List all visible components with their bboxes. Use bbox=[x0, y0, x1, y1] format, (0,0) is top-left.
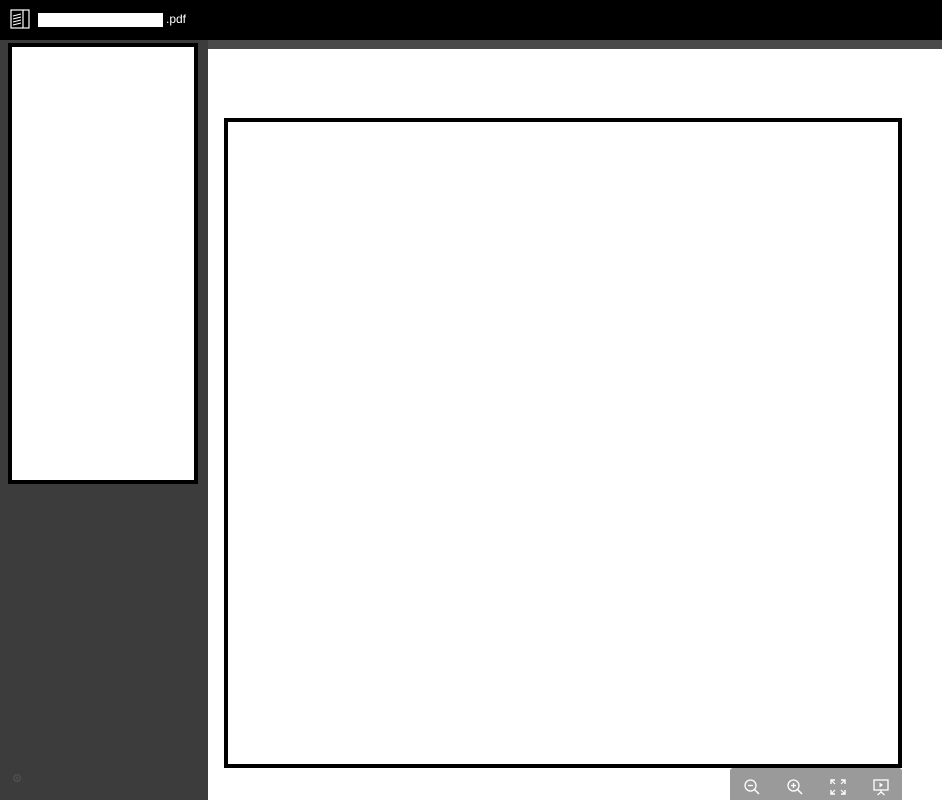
zoom-in-icon bbox=[787, 779, 803, 795]
filename-extension: .pdf bbox=[166, 12, 187, 26]
presentation-button[interactable] bbox=[870, 776, 892, 798]
page-thumbnail[interactable] bbox=[8, 43, 198, 484]
zoom-toolbar bbox=[730, 768, 902, 800]
gear-icon[interactable] bbox=[11, 771, 23, 783]
zoom-in-button[interactable] bbox=[784, 776, 806, 798]
document-list-icon[interactable] bbox=[10, 9, 30, 29]
title-bar: .pdf bbox=[0, 0, 942, 40]
presentation-icon bbox=[873, 779, 889, 796]
fullscreen-icon bbox=[830, 779, 846, 795]
zoom-out-button[interactable] bbox=[741, 776, 763, 798]
filename-redacted bbox=[38, 13, 163, 27]
document-page[interactable] bbox=[224, 118, 902, 768]
viewer-header-strip bbox=[208, 40, 942, 49]
fullscreen-button[interactable] bbox=[827, 776, 849, 798]
zoom-out-icon bbox=[744, 779, 760, 795]
